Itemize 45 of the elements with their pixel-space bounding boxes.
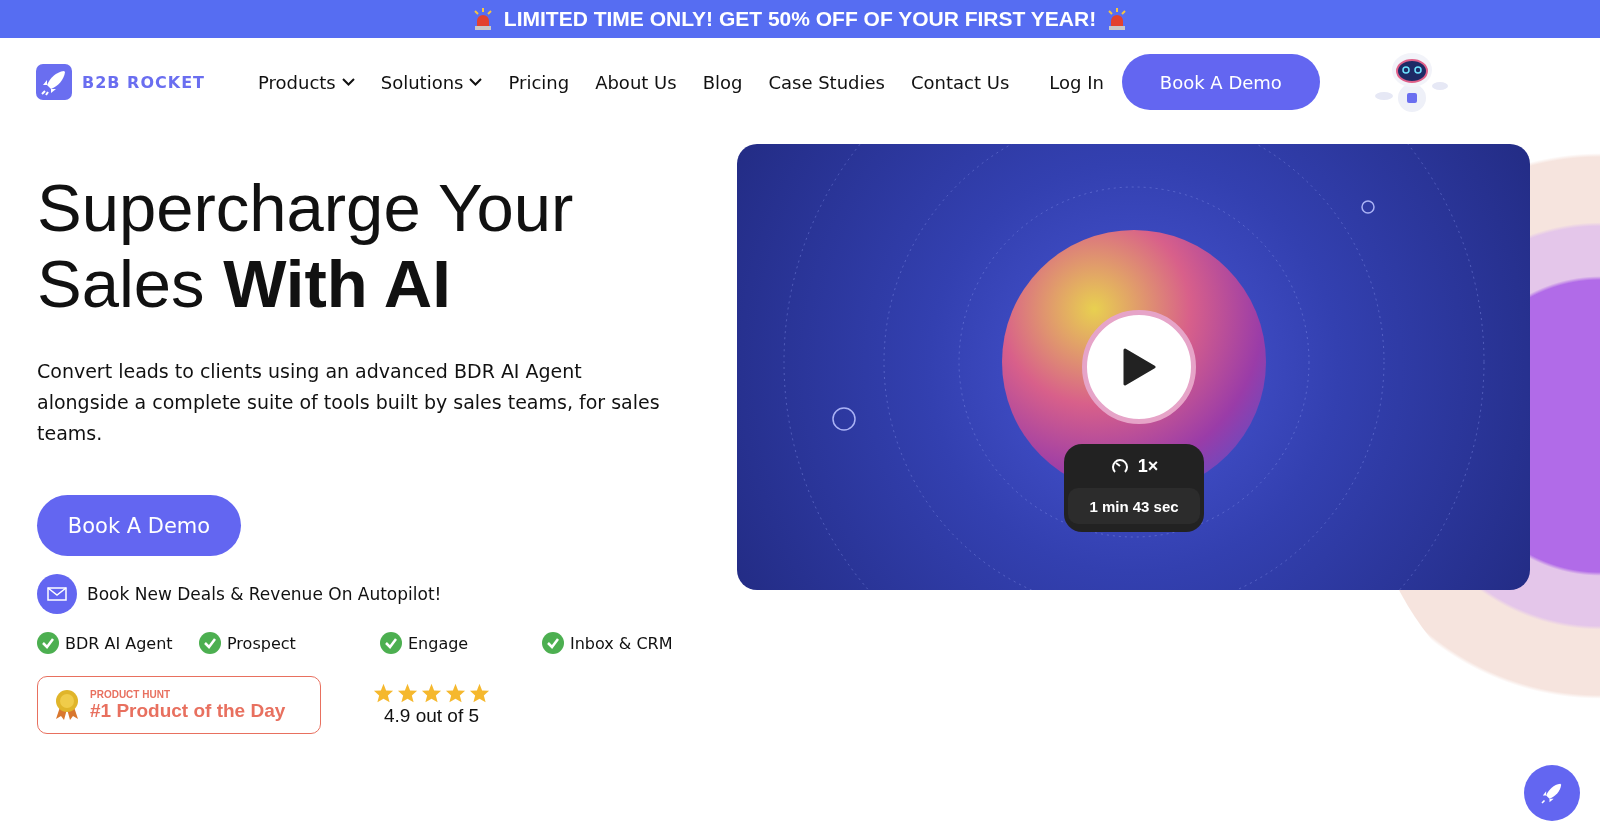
tagline: Book New Deals & Revenue On Autopilot! [87, 584, 442, 604]
star-icon [445, 683, 466, 703]
nav-link[interactable]: Pricing [508, 71, 570, 93]
siren-icon [1106, 7, 1129, 31]
feature-label: BDR AI Agent [65, 633, 173, 653]
bubble-icon [1361, 200, 1375, 214]
siren-icon [471, 7, 494, 31]
rating-text: 4.9 out of 5 [383, 705, 480, 727]
hero-description: Convert leads to clients using an advanced BDR AI Agent alongside a complete suite of tools built by sales teams, for sales teams. [37, 359, 661, 446]
feature-label: Prospect [227, 633, 296, 653]
star-icon [397, 683, 418, 703]
bubble-icon [832, 407, 856, 431]
nav-link[interactable]: Products [258, 71, 355, 93]
hero-heading: Supercharge Your Sales With AI [37, 170, 575, 322]
feature-label: Engage [408, 633, 469, 653]
chat-button[interactable] [1524, 765, 1580, 821]
chevron-down-icon [341, 78, 355, 86]
playback-speed[interactable]: 1× [1137, 455, 1159, 477]
book-demo-button[interactable]: Book A Demo [1121, 54, 1320, 110]
nav-link[interactable]: Solutions [380, 71, 483, 93]
login-link[interactable]: Log In [1049, 71, 1104, 93]
star-icon [421, 683, 442, 703]
brand-name[interactable]: B2B ROCKET [82, 72, 205, 92]
video-duration: 1 min 43 sec [1068, 488, 1200, 524]
check-icon [542, 632, 564, 654]
feature-label: Inbox & CRM [570, 633, 673, 653]
check-icon [380, 632, 402, 654]
envelope-icon [37, 574, 77, 614]
award-title: #1 Product of the Day [90, 699, 286, 722]
check-icon [37, 632, 59, 654]
nav-link[interactable]: Case Studies [768, 71, 885, 93]
star-icon [469, 683, 490, 703]
check-icon [199, 632, 221, 654]
rocket-logo-icon[interactable] [36, 64, 72, 100]
promo-banner-text: LIMITED TIME ONLY! GET 50% OFF OF YOUR FIRST YEAR! [503, 7, 1097, 31]
nav-link[interactable]: Contact Us [910, 71, 1010, 93]
play-icon [1122, 348, 1156, 386]
nav-link[interactable]: About Us [595, 71, 677, 93]
nav-link[interactable]: Blog [702, 71, 743, 93]
star-icon [373, 683, 394, 703]
award-label: PRODUCT HUNT [90, 688, 171, 700]
video-player[interactable]: 1× 1 min 43 sec [737, 144, 1530, 590]
chevron-down-icon [469, 78, 483, 86]
medal-icon [54, 689, 80, 721]
book-demo-button[interactable]: Book A Demo [37, 495, 241, 556]
